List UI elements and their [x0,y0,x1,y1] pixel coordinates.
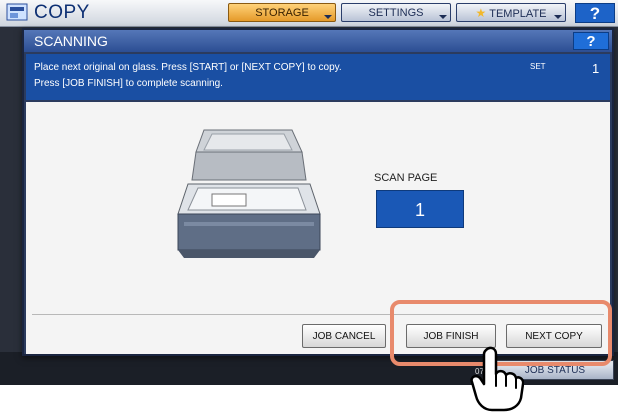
settings-button[interactable]: SETTINGS [341,3,451,22]
scanner-illustration [177,129,321,258]
template-label: TEMPLATE [489,8,547,20]
set-value: 1 [592,61,600,76]
top-bar: COPY STORAGE SETTINGS ★ TEMPLATE ? [0,0,618,27]
help-button[interactable]: ? [575,3,615,23]
chevron-down-icon [439,15,447,19]
settings-label: SETTINGS [368,7,424,19]
scan-page-count: 1 [376,190,464,228]
star-icon: ★ [475,6,487,20]
chevron-down-icon [324,15,332,19]
storage-label: STORAGE [255,7,309,19]
storage-button[interactable]: STORAGE [228,3,336,22]
template-button[interactable]: ★ TEMPLATE [456,3,566,22]
message-line-1: Place next original on glass. Press [STA… [34,62,342,73]
job-cancel-button[interactable]: JOB CANCEL [302,324,386,348]
app-title: COPY [34,2,90,23]
copy-icon [6,3,28,21]
message-bar: Place next original on glass. Press [STA… [26,54,610,100]
message-line-2: Press [JOB FINISH] to complete scanning. [34,78,223,89]
set-label: SET [530,62,546,71]
dialog-help-button[interactable]: ? [573,32,609,50]
chevron-down-icon [554,15,562,19]
dialog-title: SCANNING [24,30,612,52]
pointing-hand-icon [470,346,524,412]
scan-page-label: SCAN PAGE [374,172,438,184]
